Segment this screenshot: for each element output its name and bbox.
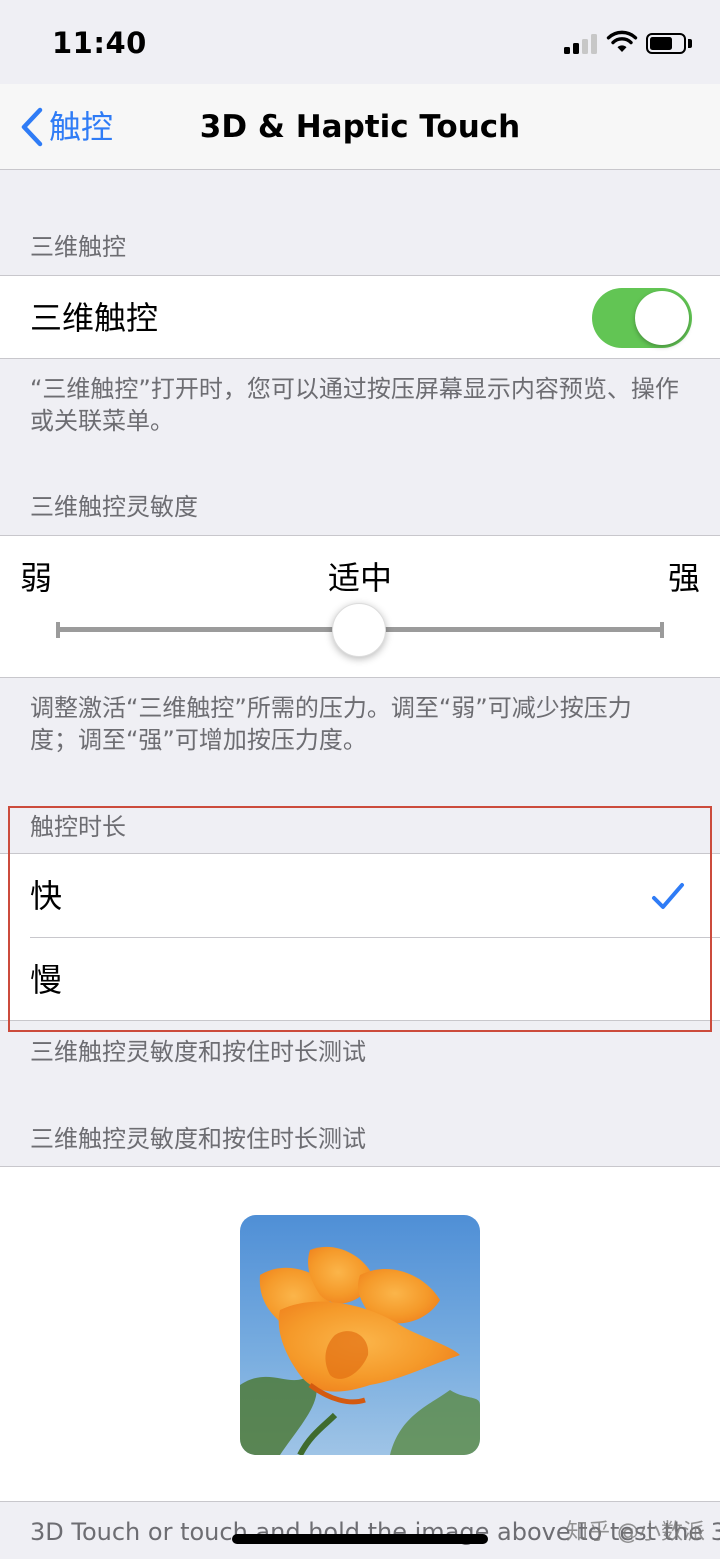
watermark: 知乎 @小数派 xyxy=(566,1520,705,1545)
section-header-3d-touch: 三维触控 xyxy=(30,233,126,261)
test-flower-image[interactable] xyxy=(240,1215,480,1455)
section-header-sensitivity: 三维触控灵敏度 xyxy=(30,493,198,521)
home-indicator[interactable] xyxy=(232,1534,488,1544)
3d-touch-toggle[interactable] xyxy=(592,288,692,348)
sensitivity-slider-thumb[interactable] xyxy=(332,603,386,657)
row-label-3d-touch: 三维触控 xyxy=(30,299,159,337)
status-time: 11:40 xyxy=(52,26,147,60)
footer-3d-touch-line1: “三维触控”打开时，您可以通过按压屏幕显示内容预览、操作 xyxy=(30,375,679,403)
highlight-annotation-box xyxy=(8,806,712,1032)
wifi-icon xyxy=(606,30,638,52)
footer-sensitivity-line2: 度；调至“强”可增加按压力度。 xyxy=(30,726,367,754)
slider-min-cap xyxy=(56,622,60,638)
sensitivity-label-firm: 强 xyxy=(668,559,701,597)
toggle-knob xyxy=(635,291,689,345)
cellular-signal-icon xyxy=(564,34,598,54)
section-header-test: 三维触控灵敏度和按住时长测试 xyxy=(30,1125,366,1153)
page-title: 3D & Haptic Touch xyxy=(199,109,521,145)
footer-duration: 三维触控灵敏度和按住时长测试 xyxy=(30,1038,366,1066)
footer-sensitivity-line1: 调整激活“三维触控”所需的压力。调至“弱”可减少按压力 xyxy=(30,694,632,722)
slider-max-cap xyxy=(660,622,664,638)
battery-nub xyxy=(688,39,692,48)
battery-icon xyxy=(646,33,686,54)
sensitivity-label-medium: 适中 xyxy=(328,559,393,597)
sensitivity-label-light: 弱 xyxy=(20,559,53,597)
footer-3d-touch-line2: 或关联菜单。 xyxy=(30,407,174,435)
